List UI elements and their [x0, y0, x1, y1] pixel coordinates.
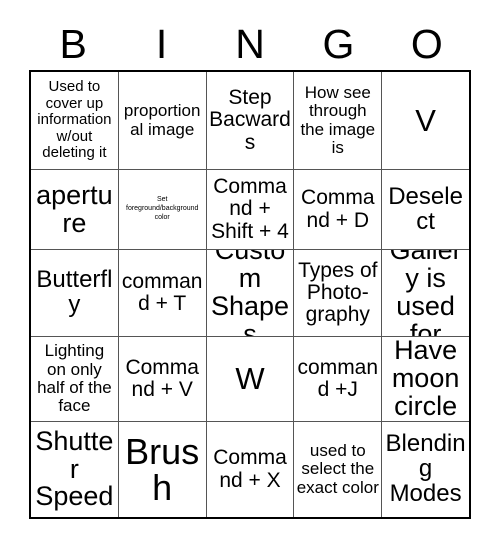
bingo-cell-label: proportional image — [123, 101, 201, 139]
bingo-cell-i2[interactable]: Set foreground/background color — [118, 170, 207, 249]
bingo-cell-i3[interactable]: command + T — [118, 250, 207, 336]
bingo-cell-o2[interactable]: Deselect — [382, 170, 469, 249]
header-letter-g: G — [322, 20, 355, 67]
bingo-cell-o1[interactable]: V — [382, 72, 469, 169]
bingo-cell-i4[interactable]: Command + V — [118, 337, 207, 421]
bingo-row: Butterfly command + T Custom Shapes Type… — [31, 250, 469, 337]
bingo-cell-label: Blending Modes — [385, 430, 466, 507]
bingo-cell-label: Butterfly — [36, 266, 113, 318]
bingo-cell-n4[interactable]: W — [206, 337, 295, 421]
bingo-row: Lighting on only half of the face Comman… — [31, 337, 469, 422]
bingo-cell-b4[interactable]: Lighting on only half of the face — [31, 337, 119, 421]
bingo-cell-label: command +J — [297, 355, 379, 401]
bingo-grid: Used to cover up information w/out delet… — [29, 70, 471, 519]
bingo-cell-b1[interactable]: Used to cover up information w/out delet… — [31, 72, 119, 169]
bingo-card: B I N G O Used to cover up information w… — [0, 0, 500, 544]
bingo-cell-label: V — [415, 102, 436, 138]
bingo-row: aperture Set foreground/background color… — [31, 170, 469, 250]
bingo-cell-n2[interactable]: Command + Shift + 4 — [206, 170, 295, 249]
bingo-cell-n5[interactable]: Command + X — [206, 422, 295, 517]
bingo-row: Used to cover up information w/out delet… — [31, 72, 469, 170]
bingo-cell-label: Step Bacwards — [209, 86, 291, 154]
bingo-cell-label: W — [235, 361, 265, 397]
bingo-cell-label: used to select the exact color — [296, 440, 379, 497]
bingo-cell-i5[interactable]: Brush — [118, 422, 207, 517]
bingo-cell-o4[interactable]: Have moon circle — [382, 337, 469, 421]
bingo-cell-n3[interactable]: Custom Shapes — [206, 250, 295, 336]
bingo-cell-g1[interactable]: How see through the image is — [294, 72, 383, 169]
bingo-cell-g3[interactable]: Types of Photo-graphy — [294, 250, 383, 336]
header-letter-i: I — [155, 20, 168, 67]
bingo-cell-label: Custom Shapes — [210, 250, 290, 336]
bingo-cell-label: Brush — [125, 430, 200, 508]
header-letter-b: B — [59, 20, 87, 67]
bingo-cell-label: Used to cover up information w/out delet… — [37, 78, 112, 162]
bingo-cell-b5[interactable]: Shutter Speed — [31, 422, 119, 517]
bingo-row: Shutter Speed Brush Command + X used to … — [31, 422, 469, 517]
bingo-cell-label: Have moon circle — [391, 337, 460, 421]
bingo-cell-label: Deselect — [388, 182, 463, 235]
bingo-cell-label: Types of Photo-graphy — [298, 258, 378, 327]
header-letter-o: O — [410, 20, 443, 67]
bingo-cell-label: Command + D — [301, 186, 375, 232]
bingo-cell-o5[interactable]: Blending Modes — [382, 422, 469, 517]
bingo-cell-label: How see through the image is — [300, 82, 376, 157]
bingo-cell-g5[interactable]: used to select the exact color — [294, 422, 383, 517]
bingo-cell-label: Command + X — [213, 446, 287, 492]
bingo-cell-g2[interactable]: Command + D — [294, 170, 383, 249]
bingo-cell-b3[interactable]: Butterfly — [31, 250, 119, 336]
bingo-cell-b2[interactable]: aperture — [31, 170, 119, 249]
bingo-cell-label: command + T — [121, 269, 203, 315]
bingo-cell-label: Set foreground/background color — [126, 196, 199, 221]
bingo-header-row: B I N G O — [29, 18, 471, 70]
header-letter-n: N — [235, 20, 265, 67]
bingo-cell-label: Gallery is used for — [389, 250, 462, 336]
bingo-cell-label: aperture — [36, 179, 113, 238]
bingo-cell-label: Shutter Speed — [35, 425, 114, 512]
bingo-cell-label: Command + V — [125, 355, 199, 401]
bingo-cell-label: Command + Shift + 4 — [211, 175, 289, 243]
bingo-cell-n1[interactable]: Step Bacwards — [206, 72, 295, 169]
bingo-cell-g4[interactable]: command +J — [294, 337, 383, 421]
bingo-cell-o3[interactable]: Gallery is used for — [382, 250, 469, 336]
bingo-cell-i1[interactable]: proportional image — [118, 72, 207, 169]
bingo-cell-label: Lighting on only half of the face — [37, 341, 112, 416]
